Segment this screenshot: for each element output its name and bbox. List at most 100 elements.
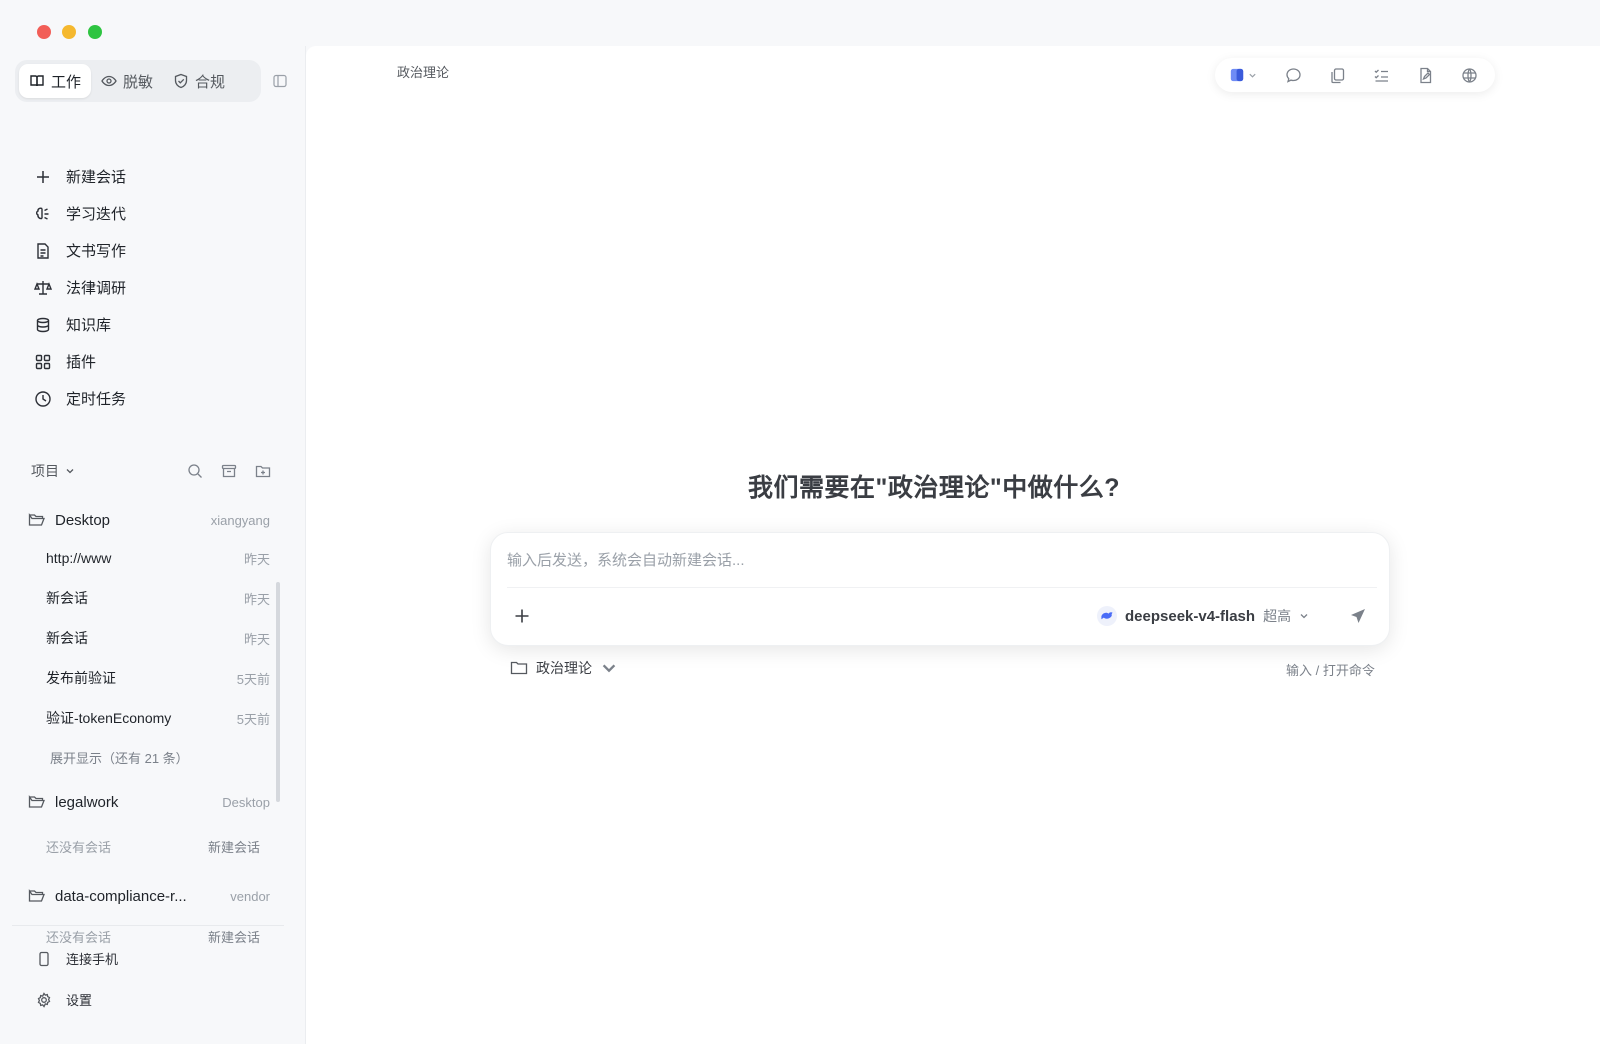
minimize-window-button[interactable] [62,25,76,39]
session-time: 5天前 [236,711,270,727]
folder-icon [510,661,528,675]
app-switcher-button[interactable] [1227,65,1259,85]
session-title: 新会话 [46,630,88,646]
copy-button[interactable] [1327,65,1347,85]
tab-desensitize[interactable]: 脱敏 [91,64,163,98]
folder-selector-label: 政治理论 [536,660,592,676]
projects-header: 项目 [31,459,271,483]
main-panel: 政治理论 我们需要在"政治理论"中做什么? deepse [306,46,1600,1044]
book-icon [30,75,44,87]
session-title: 发布前验证 [46,670,116,686]
composer: deepseek-v4-flash 超高 [490,532,1390,646]
tab-compliance[interactable]: 合规 [163,64,235,98]
chevron-down-icon [66,469,74,474]
nav-scheduled-tasks[interactable]: 定时任务 [24,380,284,417]
plus-icon [37,170,49,183]
checklist-icon [1374,69,1388,82]
chevron-down-icon [602,664,616,673]
folder-meta: xiangyang [210,512,270,528]
send-icon[interactable] [1349,607,1367,625]
edit-document-button[interactable] [1415,65,1435,85]
shield-icon [174,73,188,89]
session-title: 验证-tokenEconomy [46,710,172,726]
top-toolbar [1215,58,1495,92]
session-time: 昨天 [243,551,270,567]
session-item[interactable]: http://www 昨天 [24,538,270,578]
projects-dropdown[interactable]: 项目 [31,461,75,481]
model-name: deepseek-v4-flash [1125,607,1256,625]
tab-work[interactable]: 工作 [19,64,92,98]
connect-phone-label: 连接手机 [66,952,119,967]
globe-icon [1461,67,1477,83]
settings-button[interactable]: 设置 [12,979,284,1020]
message-input[interactable] [507,543,1375,577]
globe-button[interactable] [1459,65,1479,85]
new-folder-icon[interactable] [255,463,271,479]
page-heading: 我们需要在"政治理论"中做什么? [748,474,1120,502]
app-logo-icon [1230,68,1243,82]
chat-button[interactable] [1283,65,1303,85]
folder-name: legalwork [55,793,119,811]
folder-meta: Desktop [222,794,270,810]
title-bar [0,0,1600,46]
model-selector[interactable]: deepseek-v4-flash 超高 [1097,603,1309,629]
sidebar-footer: 连接手机 设置 [12,925,284,1020]
sidebar-toggle-icon[interactable] [272,73,288,89]
session-item[interactable]: 新会话 昨天 [24,578,270,618]
grid-icon [35,354,51,369]
model-level: 超高 [1263,608,1292,624]
checklist-button[interactable] [1371,65,1391,85]
model-logo-icon [1097,606,1117,626]
session-item[interactable]: 验证-tokenEconomy 5天前 [24,698,270,738]
tab-work-label: 工作 [51,73,82,91]
scale-icon [34,280,52,295]
nav-document-writing[interactable]: 文书写作 [24,232,284,269]
session-title: 新会话 [46,590,88,606]
close-window-button[interactable] [37,25,51,39]
sidebar-scrollbar[interactable] [276,582,280,802]
folder-data-compliance[interactable]: data-compliance-r... vendor [24,878,270,914]
search-icon[interactable] [187,463,203,479]
nav-learning[interactable]: 学习迭代 [24,195,284,232]
settings-label: 设置 [66,993,93,1008]
brain-icon [35,206,49,220]
nav-new-session[interactable]: 新建会话 [24,158,284,195]
edit-document-icon [1419,67,1431,83]
folder-desktop[interactable]: Desktop xiangyang [24,502,270,538]
nav-knowledge-base[interactable]: 知识库 [24,306,284,343]
nav-label: 学习迭代 [66,206,127,223]
chevron-down-icon [1300,614,1308,619]
phone-icon [39,951,49,966]
session-time: 昨天 [243,631,270,647]
add-attachment-icon[interactable] [513,607,531,625]
nav-label: 新建会话 [66,169,127,186]
tab-compliance-label: 合规 [195,73,226,91]
main-nav: 新建会话 学习迭代 文书写作 法律调研 知识库 插件 定时任务 [24,158,284,417]
composer-divider [507,587,1377,588]
folder-name: Desktop [55,511,111,529]
projects-tools [187,463,271,479]
nav-label: 知识库 [66,317,112,334]
archive-icon[interactable] [221,463,237,479]
connect-phone-button[interactable]: 连接手机 [12,938,284,979]
expand-more-link[interactable]: 展开显示（还有 21 条） [24,738,270,776]
folder-selector[interactable]: 政治理论 [510,658,618,678]
project-list: Desktop xiangyang http://www 昨天 新会话 昨天 新… [24,502,270,967]
folder-legalwork[interactable]: legalwork Desktop [24,784,270,820]
document-icon [37,242,49,259]
session-item[interactable]: 发布前验证 5天前 [24,658,270,698]
nav-label: 插件 [66,354,97,371]
maximize-window-button[interactable] [88,25,102,39]
sidebar: 工作 脱敏 合规 新建会话 学习迭代 文书写作 法律调研 知识库 插件 定时任务… [0,46,306,1044]
new-session-link[interactable]: 新建会话 [208,837,260,856]
nav-legal-research[interactable]: 法律调研 [24,269,284,306]
mode-tabs: 工作 脱敏 合规 [15,60,261,102]
session-item[interactable]: 新会话 昨天 [24,618,270,658]
eye-icon [101,75,117,87]
empty-sessions: 还没有会话 新建会话 [24,824,270,868]
projects-title: 项目 [31,463,59,479]
folder-open-icon [28,794,45,808]
command-hint[interactable]: 输入 / 打开命令 [1286,660,1375,679]
tab-desensitize-label: 脱敏 [123,73,154,91]
nav-plugins[interactable]: 插件 [24,343,284,380]
